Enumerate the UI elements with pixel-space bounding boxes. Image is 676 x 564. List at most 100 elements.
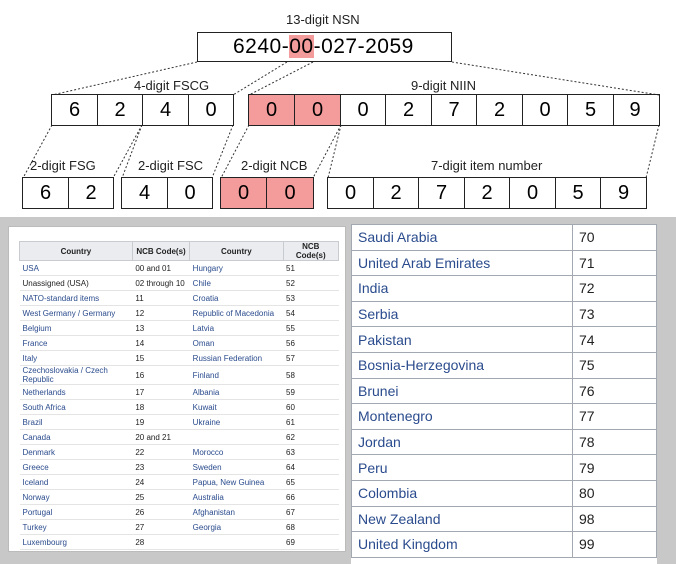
table-row: Jordan 78 — [351, 428, 657, 456]
country-cell[interactable]: Papua, New Guinea — [189, 474, 283, 490]
country-cell[interactable]: Russian Federation — [189, 350, 283, 366]
country-cell[interactable]: Georgia — [189, 519, 283, 535]
table-row: Turkey 27 Georgia 68 — [19, 519, 339, 535]
country-cell[interactable]: Republic of Macedonia — [189, 305, 283, 321]
country-link[interactable]: India — [351, 275, 573, 302]
fsg-digit: 2 — [69, 178, 113, 208]
country-cell[interactable]: Denmark — [19, 444, 133, 460]
country-cell[interactable]: Hungary — [189, 260, 283, 276]
country-cell[interactable]: Luxembourg — [19, 534, 133, 550]
country-link[interactable]: Pakistan — [351, 326, 573, 353]
country-cell[interactable]: Morocco — [189, 444, 283, 460]
fsc-digit: 0 — [168, 178, 212, 208]
country-cell[interactable]: France — [19, 335, 133, 351]
fsg-cells: 6 2 — [22, 177, 114, 209]
country-cell[interactable]: Latvia — [189, 320, 283, 336]
table-row: Belgium 13 Latvia 55 — [19, 320, 339, 336]
country-cell[interactable]: Turkey — [19, 519, 133, 535]
ncb-code-cell: 11 — [132, 290, 190, 306]
column-header: NCB Code(s) — [131, 241, 191, 261]
country-link[interactable]: Serbia — [351, 300, 573, 328]
nsn-value: 6240-00-027-2059 — [233, 35, 414, 59]
country-link[interactable]: Jordan — [351, 428, 573, 456]
table-row: USA 00 and 01 Hungary 51 — [19, 260, 339, 276]
country-link[interactable]: United Kingdom — [351, 531, 573, 558]
niin-digit-ncb: 0 — [295, 95, 341, 125]
ncb-code-cell: 24 — [132, 474, 190, 490]
country-cell[interactable]: Sweden — [189, 459, 283, 475]
fscg-digit: 2 — [98, 95, 143, 125]
fsc-digit: 4 — [122, 178, 168, 208]
table-row: Norway 25 Australia 66 — [19, 489, 339, 505]
ncb-code-cell: 17 — [132, 384, 190, 400]
fscg-digit: 6 — [52, 95, 98, 125]
country-cell[interactable]: Iceland — [19, 474, 133, 490]
ncb-code-cell: 61 — [283, 414, 339, 430]
country-cell[interactable]: USA — [19, 260, 133, 276]
fsc-cells: 4 0 — [121, 177, 213, 209]
country-cell[interactable] — [189, 534, 283, 550]
ncb-digit: 0 — [221, 178, 267, 208]
ncb-code-cell: 79 — [572, 454, 657, 481]
table-row: Portugal 26 Afghanistan 67 — [19, 504, 339, 520]
country-cell[interactable]: Netherlands — [19, 384, 133, 400]
country-cell[interactable]: Croatia — [189, 290, 283, 306]
ncb-code-cell: 71 — [572, 249, 657, 277]
country-cell[interactable]: Czechoslovakia / Czech Republic — [19, 365, 133, 385]
country-cell[interactable]: Norway — [19, 489, 133, 505]
country-cell[interactable]: NATO-standard items — [19, 290, 133, 306]
country-cell[interactable]: Greece — [19, 459, 133, 475]
country-link[interactable]: Peru — [351, 454, 573, 481]
country-cell[interactable]: Canada — [19, 429, 133, 445]
country-cell[interactable]: Finland — [189, 365, 283, 385]
column-header: Country — [19, 241, 133, 261]
country-cell[interactable]: Italy — [19, 350, 133, 366]
table-row: New Zealand 98 — [351, 505, 657, 533]
country-link[interactable]: Brunei — [351, 377, 573, 405]
niin-digit-ncb: 0 — [249, 95, 295, 125]
ncb-code-cell: 22 — [132, 444, 190, 460]
country-cell[interactable] — [189, 429, 283, 445]
country-cell[interactable]: Belgium — [19, 320, 133, 336]
country-cell[interactable]: West Germany / Germany — [19, 305, 133, 321]
ncb-digit: 0 — [267, 178, 313, 208]
ncb-code-cell: 59 — [283, 384, 339, 400]
table-row: Peru 79 — [351, 454, 657, 481]
ncb-code-cell: 78 — [572, 428, 657, 456]
niin-cells: 0 0 0 2 7 2 0 5 9 — [248, 94, 660, 126]
country-cell[interactable]: Australia — [189, 489, 283, 505]
country-link[interactable]: Bosnia-Herzegovina — [351, 351, 573, 379]
country-cell[interactable]: South Africa — [19, 399, 133, 415]
ncb-code-cell: 76 — [572, 377, 657, 405]
country-cell[interactable]: Ukraine — [189, 414, 283, 430]
country-link[interactable]: Saudi Arabia — [351, 224, 573, 251]
country-cell[interactable]: Kuwait — [189, 399, 283, 415]
ncb-codes-table-large: Saudi Arabia 70 United Arab Emirates 71 Indi… — [351, 224, 657, 558]
ncb-code-cell: 14 — [132, 335, 190, 351]
ncb-code-cell: 12 — [132, 305, 190, 321]
country-link[interactable]: Montenegro — [351, 403, 573, 430]
ncb-code-cell: 23 — [132, 459, 190, 475]
country-link[interactable]: Colombia — [351, 479, 573, 507]
country-cell[interactable]: Oman — [189, 335, 283, 351]
country-cell[interactable]: Brazil — [19, 414, 133, 430]
niin-digit: 7 — [432, 95, 477, 125]
ncb-code-cell: 52 — [283, 275, 339, 291]
table-row: Denmark 22 Morocco 63 — [19, 444, 339, 460]
table-row: Brunei 76 — [351, 377, 657, 405]
country-link[interactable]: United Arab Emirates — [351, 249, 573, 277]
ncb-codes-table-panel: Country NCB Code(s) Country NCB Code(s) … — [8, 226, 346, 552]
country-cell[interactable]: Unassigned (USA) — [19, 275, 133, 291]
country-link[interactable]: New Zealand — [351, 505, 573, 533]
ncb-code-cell: 58 — [283, 365, 339, 385]
niin-digit: 2 — [386, 95, 432, 125]
fscg-digit: 4 — [143, 95, 189, 125]
ncb-code-cell: 69 — [283, 534, 339, 550]
table-row: Netherlands 17 Albania 59 — [19, 384, 339, 400]
country-cell[interactable]: Afghanistan — [189, 504, 283, 520]
country-cell[interactable]: Portugal — [19, 504, 133, 520]
country-cell[interactable]: Chile — [189, 275, 283, 291]
ncb-code-cell: 16 — [132, 365, 190, 385]
country-cell[interactable]: Albania — [189, 384, 283, 400]
ncb-code-cell: 74 — [572, 326, 657, 353]
